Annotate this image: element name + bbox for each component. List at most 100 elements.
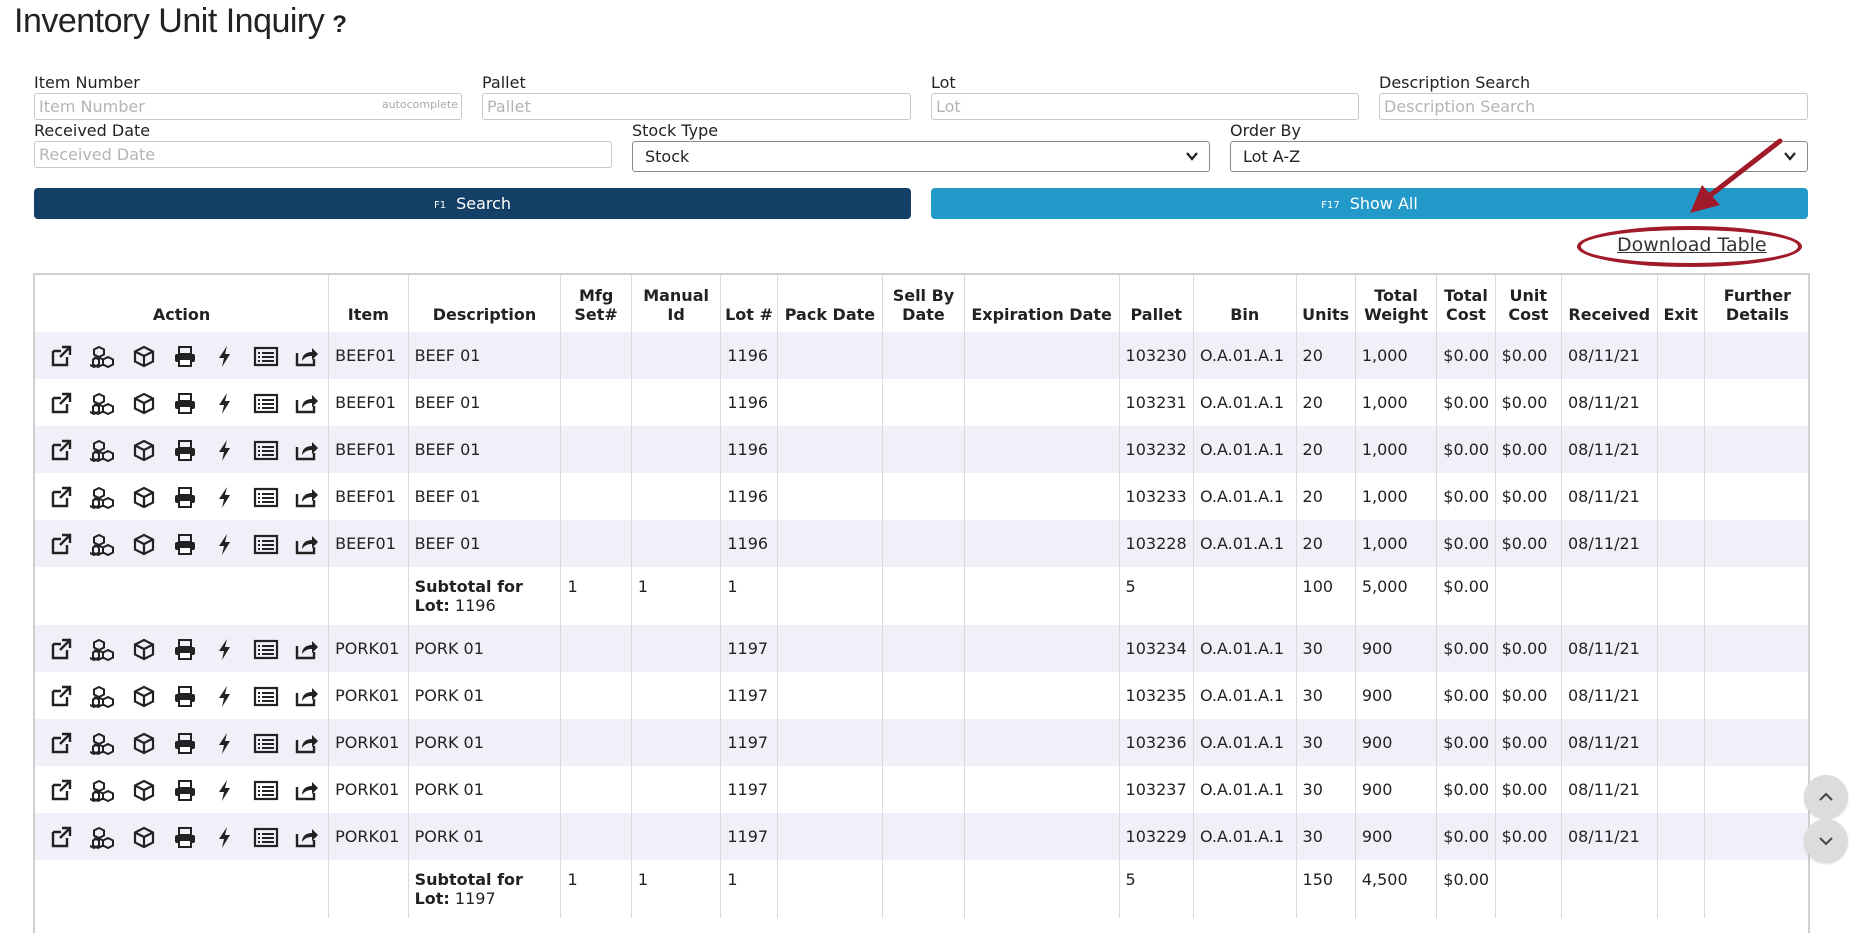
help-icon[interactable]: ? [332, 11, 347, 38]
print-icon[interactable] [169, 532, 200, 556]
external-link-icon[interactable] [47, 637, 78, 661]
share-icon[interactable] [291, 637, 322, 661]
box-icon[interactable] [128, 438, 159, 462]
boxes-icon[interactable] [88, 637, 119, 661]
external-link-icon[interactable] [47, 731, 78, 755]
search-button[interactable]: F1 Search [34, 188, 911, 219]
bolt-icon[interactable] [210, 532, 241, 556]
boxes-icon[interactable] [88, 731, 119, 755]
bolt-icon[interactable] [210, 485, 241, 509]
list-icon[interactable] [251, 344, 282, 368]
share-icon[interactable] [291, 344, 322, 368]
boxes-icon[interactable] [88, 485, 119, 509]
box-icon[interactable] [128, 684, 159, 708]
lot-cell: 1 [720, 860, 778, 918]
bolt-icon[interactable] [210, 637, 241, 661]
box-icon[interactable] [128, 731, 159, 755]
scroll-up-button[interactable] [1804, 775, 1848, 819]
print-icon[interactable] [169, 684, 200, 708]
external-link-icon[interactable] [47, 485, 78, 509]
box-icon[interactable] [128, 532, 159, 556]
box-icon[interactable] [128, 825, 159, 849]
box-icon[interactable] [128, 637, 159, 661]
further-details-cell [1703, 672, 1808, 719]
print-icon[interactable] [169, 344, 200, 368]
bolt-icon[interactable] [210, 344, 241, 368]
box-icon[interactable] [128, 391, 159, 415]
boxes-icon[interactable] [88, 344, 119, 368]
external-link-icon[interactable] [47, 825, 78, 849]
bolt-icon[interactable] [210, 684, 241, 708]
table-row: PORK01 PORK 01 1197 103235 O.A.01.A.1 30 900 $0… [35, 672, 1808, 719]
box-icon[interactable] [128, 485, 159, 509]
boxes-icon[interactable] [88, 825, 119, 849]
boxes-icon[interactable] [88, 778, 119, 802]
share-icon[interactable] [291, 684, 322, 708]
unit-cost-cell [1494, 860, 1562, 918]
list-icon[interactable] [251, 684, 282, 708]
external-link-icon[interactable] [47, 344, 78, 368]
unit-cost-cell: $0.00 [1494, 379, 1562, 426]
list-icon[interactable] [251, 485, 282, 509]
list-icon[interactable] [251, 731, 282, 755]
lot-input[interactable] [932, 94, 1358, 119]
bolt-icon[interactable] [210, 438, 241, 462]
list-icon[interactable] [251, 637, 282, 661]
external-link-icon[interactable] [47, 684, 78, 708]
share-icon[interactable] [291, 731, 322, 755]
box-icon[interactable] [128, 778, 159, 802]
download-table-link[interactable]: Download Table [1617, 234, 1767, 256]
print-icon[interactable] [169, 637, 200, 661]
share-icon[interactable] [291, 825, 322, 849]
print-icon[interactable] [169, 825, 200, 849]
stock-type-select[interactable]: Stock [632, 141, 1210, 172]
lot-cell: 1196 [720, 379, 778, 426]
print-icon[interactable] [169, 391, 200, 415]
print-icon[interactable] [169, 438, 200, 462]
box-icon[interactable] [128, 344, 159, 368]
stock-type-field: Stock Type Stock [632, 122, 1210, 172]
boxes-icon[interactable] [88, 438, 119, 462]
lot-cell: 1197 [720, 625, 778, 672]
list-icon[interactable] [251, 438, 282, 462]
pallet-input[interactable] [483, 94, 910, 119]
list-icon[interactable] [251, 778, 282, 802]
share-icon[interactable] [291, 438, 322, 462]
share-icon[interactable] [291, 485, 322, 509]
external-link-icon[interactable] [47, 391, 78, 415]
bolt-icon[interactable] [210, 731, 241, 755]
external-link-icon[interactable] [47, 438, 78, 462]
list-icon[interactable] [251, 532, 282, 556]
received-date-input[interactable] [35, 142, 611, 167]
sell-by-date-cell [882, 567, 965, 625]
bolt-icon[interactable] [210, 825, 241, 849]
bolt-icon[interactable] [210, 391, 241, 415]
sell-by-date-cell [882, 379, 965, 426]
column-header: Description [407, 275, 561, 332]
total-cost-cell: $0.00 [1436, 379, 1496, 426]
description-search-input[interactable] [1380, 94, 1807, 119]
boxes-icon[interactable] [88, 684, 119, 708]
boxes-icon[interactable] [88, 391, 119, 415]
print-icon[interactable] [169, 731, 200, 755]
description-search-field: Description Search [1379, 74, 1808, 120]
print-icon[interactable] [169, 485, 200, 509]
external-link-icon[interactable] [47, 532, 78, 556]
boxes-icon[interactable] [88, 532, 119, 556]
bolt-icon[interactable] [210, 778, 241, 802]
expiration-date-cell [963, 473, 1120, 520]
share-icon[interactable] [291, 532, 322, 556]
list-icon[interactable] [251, 391, 282, 415]
show-all-button[interactable]: F17 Show All [931, 188, 1808, 219]
scroll-down-button[interactable] [1804, 819, 1848, 863]
print-icon[interactable] [169, 778, 200, 802]
share-icon[interactable] [291, 778, 322, 802]
total-cost-cell: $0.00 [1436, 860, 1496, 918]
share-icon[interactable] [291, 391, 322, 415]
external-link-icon[interactable] [47, 778, 78, 802]
total-cost-cell: $0.00 [1436, 473, 1496, 520]
subtotal-label-cell: Subtotal for Lot: 1197 [407, 860, 561, 918]
list-icon[interactable] [251, 825, 282, 849]
action-cell [35, 719, 329, 766]
mfg-set-cell [560, 672, 632, 719]
